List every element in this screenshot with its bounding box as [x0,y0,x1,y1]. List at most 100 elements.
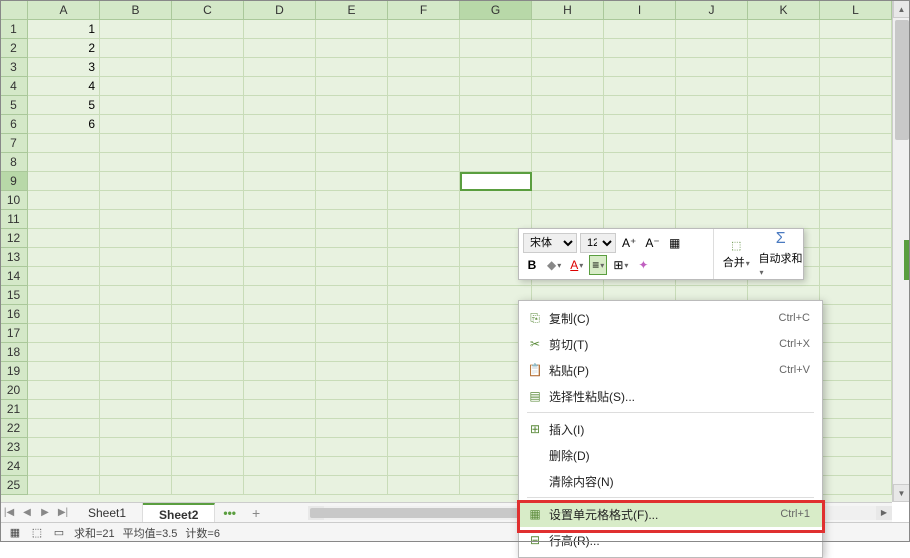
cell-L3[interactable] [820,58,892,77]
row-header-24[interactable]: 24 [0,457,28,476]
row-header-14[interactable]: 14 [0,267,28,286]
cell-E10[interactable] [316,191,388,210]
cell-E7[interactable] [316,134,388,153]
cell-H3[interactable] [532,58,604,77]
row-header-13[interactable]: 13 [0,248,28,267]
cell-E2[interactable] [316,39,388,58]
cell-I4[interactable] [604,77,676,96]
row-header-15[interactable]: 15 [0,286,28,305]
cell-C7[interactable] [172,134,244,153]
cell-A1[interactable]: 1 [28,20,100,39]
row-header-19[interactable]: 19 [0,362,28,381]
cell-C13[interactable] [172,248,244,267]
col-header-B[interactable]: B [100,0,172,20]
cell-J2[interactable] [676,39,748,58]
cell-F7[interactable] [388,134,460,153]
cell-J8[interactable] [676,153,748,172]
cell-B9[interactable] [100,172,172,191]
cell-F21[interactable] [388,400,460,419]
cell-C11[interactable] [172,210,244,229]
cell-B23[interactable] [100,438,172,457]
cell-L1[interactable] [820,20,892,39]
cell-A25[interactable] [28,476,100,495]
cell-G1[interactable] [460,20,532,39]
cell-A12[interactable] [28,229,100,248]
row-header-3[interactable]: 3 [0,58,28,77]
cell-A6[interactable]: 6 [28,115,100,134]
cell-A15[interactable] [28,286,100,305]
cell-C3[interactable] [172,58,244,77]
cell-E25[interactable] [316,476,388,495]
cell-L22[interactable] [820,419,892,438]
decrease-font-button[interactable]: A⁻ [642,233,662,253]
cell-F6[interactable] [388,115,460,134]
cell-H10[interactable] [532,191,604,210]
cell-E1[interactable] [316,20,388,39]
cell-F19[interactable] [388,362,460,381]
cell-L21[interactable] [820,400,892,419]
cell-C12[interactable] [172,229,244,248]
cell-A3[interactable]: 3 [28,58,100,77]
cell-D18[interactable] [244,343,316,362]
cell-B21[interactable] [100,400,172,419]
cell-A9[interactable] [28,172,100,191]
cell-J6[interactable] [676,115,748,134]
cell-A24[interactable] [28,457,100,476]
cell-B25[interactable] [100,476,172,495]
hscroll-right[interactable]: ▶ [876,506,892,520]
cell-K2[interactable] [748,39,820,58]
cell-F11[interactable] [388,210,460,229]
cell-C8[interactable] [172,153,244,172]
highlight-icon[interactable]: ▦ [666,233,684,253]
cell-F5[interactable] [388,96,460,115]
cell-C5[interactable] [172,96,244,115]
cell-B18[interactable] [100,343,172,362]
cell-A22[interactable] [28,419,100,438]
cell-D2[interactable] [244,39,316,58]
cell-C9[interactable] [172,172,244,191]
row-header-20[interactable]: 20 [0,381,28,400]
cell-L11[interactable] [820,210,892,229]
ctx-paste[interactable]: 📋 粘贴(P) Ctrl+V [519,357,822,383]
cell-A8[interactable] [28,153,100,172]
cell-E15[interactable] [316,286,388,305]
cell-L13[interactable] [820,248,892,267]
cell-E5[interactable] [316,96,388,115]
row-header-6[interactable]: 6 [0,115,28,134]
cell-D7[interactable] [244,134,316,153]
cell-B19[interactable] [100,362,172,381]
cell-G11[interactable] [460,210,532,229]
cell-A5[interactable]: 5 [28,96,100,115]
cell-L19[interactable] [820,362,892,381]
cell-C2[interactable] [172,39,244,58]
cell-L25[interactable] [820,476,892,495]
cell-K11[interactable] [748,210,820,229]
cell-H5[interactable] [532,96,604,115]
cell-B15[interactable] [100,286,172,305]
cell-C14[interactable] [172,267,244,286]
cell-D20[interactable] [244,381,316,400]
cell-B22[interactable] [100,419,172,438]
cell-D9[interactable] [244,172,316,191]
col-header-K[interactable]: K [748,0,820,20]
cell-D22[interactable] [244,419,316,438]
cell-C1[interactable] [172,20,244,39]
cell-C21[interactable] [172,400,244,419]
cell-A2[interactable]: 2 [28,39,100,58]
cell-C15[interactable] [172,286,244,305]
cell-I5[interactable] [604,96,676,115]
ctx-format-cells[interactable]: ▦ 设置单元格格式(F)... Ctrl+1 [519,501,822,527]
col-header-G[interactable]: G [460,0,532,20]
cell-F4[interactable] [388,77,460,96]
cell-L24[interactable] [820,457,892,476]
cell-B12[interactable] [100,229,172,248]
align-button[interactable]: ≡▾ [589,255,607,275]
cell-E11[interactable] [316,210,388,229]
cell-C20[interactable] [172,381,244,400]
cell-B1[interactable] [100,20,172,39]
tab-nav-first[interactable]: |◀ [0,503,18,523]
cell-K10[interactable] [748,191,820,210]
cell-D15[interactable] [244,286,316,305]
cell-H4[interactable] [532,77,604,96]
cell-D8[interactable] [244,153,316,172]
